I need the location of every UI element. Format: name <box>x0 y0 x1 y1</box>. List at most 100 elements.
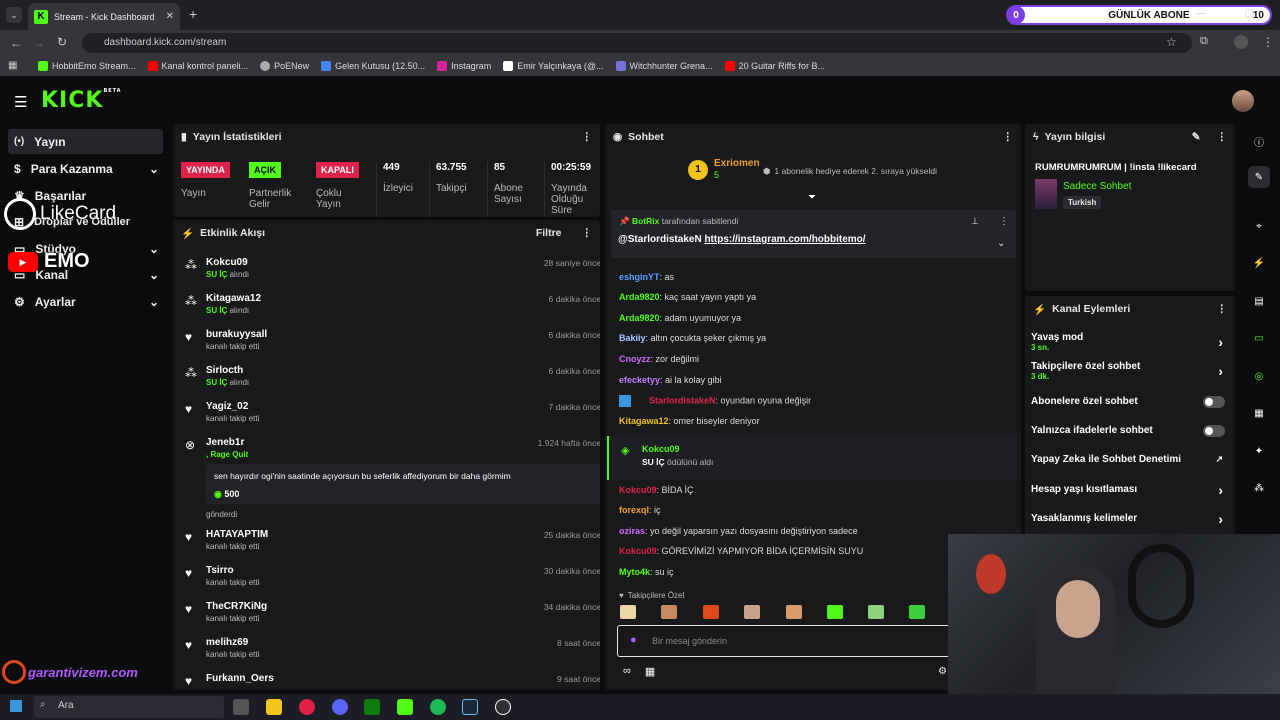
chat-username[interactable]: oziras <box>619 526 645 536</box>
bookmark[interactable]: Kanal kontrol paneli... <box>147 61 248 71</box>
edit-icon[interactable]: ✎ <box>1248 166 1270 188</box>
more-icon[interactable]: ⋮ <box>582 227 593 239</box>
apps-icon[interactable]: ▦ <box>8 60 17 71</box>
chat-username[interactable]: StarlordistakeN <box>649 395 716 405</box>
discord-icon[interactable] <box>332 699 348 715</box>
activity-username[interactable]: Furkann_Oers <box>206 673 274 684</box>
subs-only-toggle[interactable] <box>1203 396 1225 408</box>
chat-settings-icon[interactable]: ⚙ <box>938 666 947 677</box>
chat-input[interactable]: ● Bir mesaj gönderin <box>617 625 957 657</box>
chat-username[interactable]: Arda9820 <box>619 292 660 302</box>
unpin-icon[interactable]: ⊥ <box>971 216 979 227</box>
bookmark[interactable]: 20 Guitar Riffs for B... <box>724 61 825 71</box>
action-banned-words[interactable]: Yasaklanmış kelimeler › <box>1031 511 1227 527</box>
emote-icon[interactable] <box>703 605 719 619</box>
activity-username[interactable]: Sirlocth <box>206 365 243 376</box>
action-slow-mode[interactable]: Yavaş mod 3 sn. › <box>1031 332 1227 352</box>
pinned-link[interactable]: https://instagram.com/hobbitemo/ <box>704 234 865 245</box>
bookmark[interactable]: Gelen Kutusu (12.50... <box>321 61 425 71</box>
points-icon[interactable]: ∞ <box>623 665 631 678</box>
more-icon[interactable]: ⋮ <box>1217 303 1228 315</box>
action-account-age[interactable]: Hesap yaşı kısıtlaması › <box>1031 482 1227 498</box>
profile-icon[interactable] <box>1234 35 1248 49</box>
gifter-name[interactable]: Exriomen <box>714 158 760 169</box>
browser-menu-icon[interactable]: ⋮ <box>1262 35 1274 49</box>
emote-icon[interactable] <box>786 605 802 619</box>
action-emotes-only[interactable]: Yalnızca ifadelerle sohbet <box>1031 425 1227 437</box>
file-explorer-icon[interactable] <box>266 699 282 715</box>
emote-icon[interactable] <box>620 605 636 619</box>
kick-logo[interactable]: KICKBETA <box>41 88 122 113</box>
obs-icon[interactable] <box>495 699 511 715</box>
chevron-down-icon[interactable]: ⌄ <box>997 238 1005 249</box>
layout-icon[interactable]: ▦ <box>1248 402 1270 424</box>
action-subs-only[interactable]: Abonelere özel sohbet <box>1031 396 1227 408</box>
emote-icon[interactable] <box>827 605 843 619</box>
nav-item-settings[interactable]: ⚙ Ayarlar ⌄ <box>8 289 163 314</box>
windows-start-icon[interactable] <box>10 700 22 712</box>
wrench-icon[interactable]: ✦ <box>1248 440 1270 462</box>
emote-icon[interactable] <box>909 605 925 619</box>
browser-tab[interactable]: K Stream - Kick Dashboard ✕ <box>28 3 180 30</box>
back-icon[interactable]: ← <box>10 36 22 50</box>
emote-icon[interactable] <box>661 605 677 619</box>
microphone-icon[interactable]: ● <box>630 634 637 646</box>
broadcast-icon[interactable]: ◎ <box>1248 365 1270 387</box>
target-icon[interactable]: ⌖ <box>1248 215 1270 237</box>
more-icon[interactable]: ⋮ <box>1217 131 1228 143</box>
chat-username[interactable]: efecketyy <box>619 375 660 385</box>
more-icon[interactable]: ⋮ <box>999 216 1009 227</box>
activity-username[interactable]: Kokcu09 <box>206 257 248 268</box>
extensions-icon[interactable]: ⧉ <box>1200 35 1208 48</box>
nav-item-monetization[interactable]: $ Para Kazanma ⌄ <box>8 156 163 181</box>
filter-button[interactable]: Filtre <box>536 227 562 239</box>
user-avatar[interactable] <box>1232 90 1254 112</box>
window-controls[interactable]: — ▢ <box>1196 8 1272 19</box>
category-name[interactable]: Sadece Sohbet <box>1063 181 1131 192</box>
task-view-icon[interactable] <box>233 699 249 715</box>
activity-username[interactable]: melihz69 <box>206 637 248 648</box>
category-thumbnail[interactable] <box>1035 179 1057 209</box>
activity-username[interactable]: Yagiz_02 <box>206 401 248 412</box>
forward-icon[interactable]: → <box>33 36 45 50</box>
store-icon[interactable]: ▦ <box>645 665 655 678</box>
chat-bubble-icon[interactable]: ▭ <box>1248 327 1270 349</box>
action-followers-only[interactable]: Takipçilere özel sohbet 3 dk. › <box>1031 361 1227 381</box>
more-icon[interactable]: ⋮ <box>582 131 593 143</box>
expand-icon[interactable]: ⏷ <box>808 192 816 203</box>
hamburger-menu-icon[interactable]: ☰ <box>14 93 27 111</box>
activity-username[interactable]: HATAYAPTIM <box>206 529 268 540</box>
bookmark-star-icon[interactable]: ☆ <box>1166 35 1177 49</box>
chat-username[interactable]: Kitagawa12 <box>619 416 669 426</box>
more-icon[interactable]: ⋮ <box>1003 131 1014 143</box>
reload-icon[interactable]: ↻ <box>57 35 67 49</box>
app-icon[interactable] <box>397 699 413 715</box>
chat-username[interactable]: Cnoyzz <box>619 354 651 364</box>
action-ai-moderation[interactable]: Yapay Zeka ile Sohbet Denetimi ↗ <box>1031 454 1227 465</box>
activity-username[interactable]: Jeneb1r <box>206 437 244 448</box>
document-icon[interactable]: ▤ <box>1248 290 1270 312</box>
chat-username[interactable]: Kokcu09 <box>619 485 657 495</box>
chat-username[interactable]: eshginYT <box>619 272 660 282</box>
url-bar[interactable]: dashboard.kick.com/stream <box>82 33 1192 53</box>
bookmark[interactable]: Witchhunter Grena... <box>615 61 713 71</box>
bookmark[interactable]: Instagram <box>437 61 491 71</box>
bookmark[interactable]: PoENew <box>260 61 309 71</box>
chrome-icon[interactable] <box>299 699 315 715</box>
activity-username[interactable]: burakuyysall <box>206 329 267 340</box>
new-tab-button[interactable]: + <box>189 6 197 22</box>
chat-username[interactable]: Myto4k <box>619 567 650 577</box>
activity-username[interactable]: Kitagawa12 <box>206 293 261 304</box>
xbox-icon[interactable] <box>364 699 380 715</box>
activity-username[interactable]: TheCR7KiNg <box>206 601 267 612</box>
emote-icon[interactable] <box>868 605 884 619</box>
info-icon[interactable]: ⓘ <box>1248 130 1270 152</box>
points-icon[interactable]: ⁂ <box>1248 477 1270 499</box>
botrix-name[interactable]: BotRix <box>632 216 659 226</box>
activity-username[interactable]: Tsirro <box>206 565 234 576</box>
spotify-icon[interactable] <box>430 699 446 715</box>
emote-icon[interactable] <box>744 605 760 619</box>
nav-item-stream[interactable]: (•) Yayın <box>8 129 163 154</box>
bolt-icon[interactable]: ⚡ <box>1248 252 1270 274</box>
emotes-only-toggle[interactable] <box>1203 425 1225 437</box>
